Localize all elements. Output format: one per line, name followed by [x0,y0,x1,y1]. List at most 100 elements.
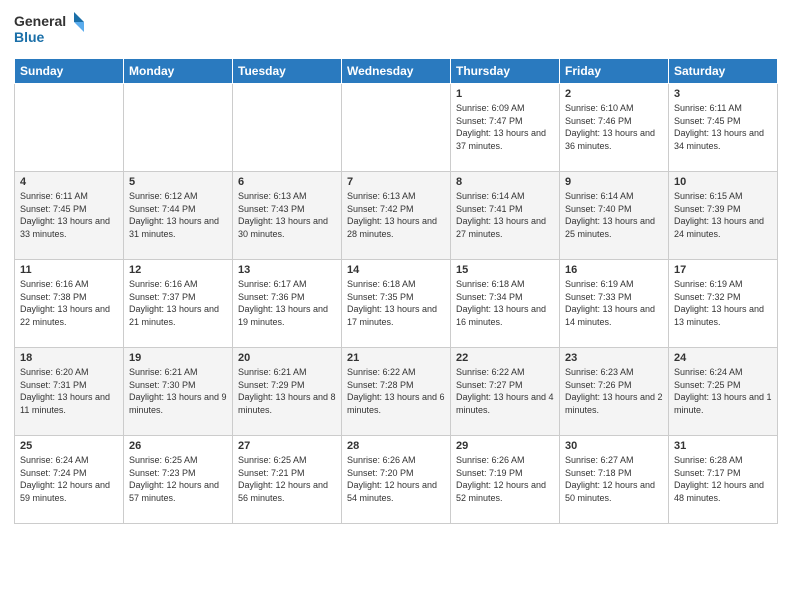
day-number: 12 [129,264,227,276]
day-info: Sunrise: 6:19 AMSunset: 7:33 PMDaylight:… [565,278,663,328]
day-cell: 29Sunrise: 6:26 AMSunset: 7:19 PMDayligh… [451,436,560,524]
day-cell: 10Sunrise: 6:15 AMSunset: 7:39 PMDayligh… [669,172,778,260]
day-cell [233,84,342,172]
day-cell: 11 Sunrise: 6:16 AMSunset: 7:38 PMDayligh… [15,260,124,348]
day-info: Sunrise: 6:17 AMSunset: 7:36 PMDaylight:… [238,278,336,328]
day-cell: 28 Sunrise: 6:26 AMSunset: 7:20 PMDayligh… [342,436,451,524]
day-number: 29 [456,440,554,452]
day-number: 4 [20,176,118,188]
day-info: Sunrise: 6:21 AMSunset: 7:29 PMDaylight:… [238,366,336,416]
day-cell: 3 Sunrise: 6:11 AMSunset: 7:45 PMDaylight… [669,84,778,172]
day-number: 7 [347,176,445,188]
day-cell: 23 Sunrise: 6:23 AMSunset: 7:26 PMDayligh… [560,348,669,436]
day-number: 20 [238,352,336,364]
calendar-table: SundayMondayTuesdayWednesdayThursdayFrid… [14,58,778,524]
header: General Blue [14,10,778,52]
svg-text:General: General [14,13,66,29]
calendar-row-1: 4 Sunrise: 6:11 AMSunset: 7:45 PMDaylight… [15,172,778,260]
day-number: 14 [347,264,445,276]
day-info: Sunrise: 6:21 AMSunset: 7:30 PMDaylight:… [129,366,227,416]
day-cell [15,84,124,172]
day-number: 30 [565,440,663,452]
day-number: 26 [129,440,227,452]
day-number: 5 [129,176,227,188]
day-info: Sunrise: 6:25 AMSunset: 7:23 PMDaylight:… [129,454,227,504]
day-number: 9 [565,176,663,188]
day-number: 16 [565,264,663,276]
day-info: Sunrise: 6:16 AMSunset: 7:37 PMDaylight:… [129,278,227,328]
calendar-row-3: 18Sunrise: 6:20 AMSunset: 7:31 PMDayligh… [15,348,778,436]
day-number: 27 [238,440,336,452]
header-row: SundayMondayTuesdayWednesdayThursdayFrid… [15,59,778,84]
day-cell: 19 Sunrise: 6:21 AMSunset: 7:30 PMDayligh… [124,348,233,436]
day-info: Sunrise: 6:11 AMSunset: 7:45 PMDaylight:… [20,190,118,240]
day-cell [342,84,451,172]
col-header-monday: Monday [124,59,233,84]
calendar-row-0: 1Sunrise: 6:09 AMSunset: 7:47 PMDaylight… [15,84,778,172]
day-info: Sunrise: 6:26 AMSunset: 7:20 PMDaylight:… [347,454,445,504]
day-number: 24 [674,352,772,364]
day-number: 23 [565,352,663,364]
day-cell: 14Sunrise: 6:18 AMSunset: 7:35 PMDayligh… [342,260,451,348]
col-header-sunday: Sunday [15,59,124,84]
logo-svg: General Blue [14,10,84,52]
day-cell: 2 Sunrise: 6:10 AMSunset: 7:46 PMDaylight… [560,84,669,172]
day-info: Sunrise: 6:12 AMSunset: 7:44 PMDaylight:… [129,190,227,240]
calendar-row-4: 25Sunrise: 6:24 AMSunset: 7:24 PMDayligh… [15,436,778,524]
day-number: 6 [238,176,336,188]
day-number: 19 [129,352,227,364]
logo: General Blue [14,10,84,52]
day-info: Sunrise: 6:27 AMSunset: 7:18 PMDaylight:… [565,454,663,504]
svg-text:Blue: Blue [14,29,45,45]
col-header-saturday: Saturday [669,59,778,84]
day-cell: 30 Sunrise: 6:27 AMSunset: 7:18 PMDayligh… [560,436,669,524]
day-number: 15 [456,264,554,276]
day-info: Sunrise: 6:19 AMSunset: 7:32 PMDaylight:… [674,278,772,328]
day-cell: 6Sunrise: 6:13 AMSunset: 7:43 PMDaylight… [233,172,342,260]
day-info: Sunrise: 6:25 AMSunset: 7:21 PMDaylight:… [238,454,336,504]
day-number: 21 [347,352,445,364]
day-info: Sunrise: 6:22 AMSunset: 7:27 PMDaylight:… [456,366,554,416]
day-cell: 17Sunrise: 6:19 AMSunset: 7:32 PMDayligh… [669,260,778,348]
day-cell: 22 Sunrise: 6:22 AMSunset: 7:27 PMDayligh… [451,348,560,436]
day-cell: 7Sunrise: 6:13 AMSunset: 7:42 PMDaylight… [342,172,451,260]
day-cell: 13 Sunrise: 6:17 AMSunset: 7:36 PMDayligh… [233,260,342,348]
calendar-row-2: 11 Sunrise: 6:16 AMSunset: 7:38 PMDayligh… [15,260,778,348]
day-number: 22 [456,352,554,364]
day-info: Sunrise: 6:28 AMSunset: 7:17 PMDaylight:… [674,454,772,504]
day-info: Sunrise: 6:15 AMSunset: 7:39 PMDaylight:… [674,190,772,240]
day-cell: 18Sunrise: 6:20 AMSunset: 7:31 PMDayligh… [15,348,124,436]
page: General Blue SundayMondayTuesdayWednesda… [0,0,792,612]
day-cell: 9Sunrise: 6:14 AMSunset: 7:40 PMDaylight… [560,172,669,260]
day-cell: 25Sunrise: 6:24 AMSunset: 7:24 PMDayligh… [15,436,124,524]
day-cell: 20 Sunrise: 6:21 AMSunset: 7:29 PMDayligh… [233,348,342,436]
day-info: Sunrise: 6:18 AMSunset: 7:34 PMDaylight:… [456,278,554,328]
col-header-thursday: Thursday [451,59,560,84]
day-info: Sunrise: 6:14 AMSunset: 7:41 PMDaylight:… [456,190,554,240]
day-cell: 5 Sunrise: 6:12 AMSunset: 7:44 PMDaylight… [124,172,233,260]
day-cell: 8Sunrise: 6:14 AMSunset: 7:41 PMDaylight… [451,172,560,260]
day-info: Sunrise: 6:16 AMSunset: 7:38 PMDaylight:… [20,278,118,328]
day-number: 13 [238,264,336,276]
day-number: 3 [674,88,772,100]
day-info: Sunrise: 6:23 AMSunset: 7:26 PMDaylight:… [565,366,663,416]
day-info: Sunrise: 6:24 AMSunset: 7:24 PMDaylight:… [20,454,118,504]
day-cell: 31 Sunrise: 6:28 AMSunset: 7:17 PMDayligh… [669,436,778,524]
day-number: 31 [674,440,772,452]
day-cell: 4 Sunrise: 6:11 AMSunset: 7:45 PMDaylight… [15,172,124,260]
day-number: 1 [456,88,554,100]
day-info: Sunrise: 6:20 AMSunset: 7:31 PMDaylight:… [20,366,118,416]
day-cell: 21Sunrise: 6:22 AMSunset: 7:28 PMDayligh… [342,348,451,436]
day-info: Sunrise: 6:11 AMSunset: 7:45 PMDaylight:… [674,102,772,152]
day-number: 2 [565,88,663,100]
col-header-friday: Friday [560,59,669,84]
day-cell: 24Sunrise: 6:24 AMSunset: 7:25 PMDayligh… [669,348,778,436]
day-number: 28 [347,440,445,452]
day-info: Sunrise: 6:10 AMSunset: 7:46 PMDaylight:… [565,102,663,152]
day-number: 11 [20,264,118,276]
day-cell: 15 Sunrise: 6:18 AMSunset: 7:34 PMDayligh… [451,260,560,348]
col-header-tuesday: Tuesday [233,59,342,84]
day-cell: 27 Sunrise: 6:25 AMSunset: 7:21 PMDayligh… [233,436,342,524]
day-cell: 12 Sunrise: 6:16 AMSunset: 7:37 PMDayligh… [124,260,233,348]
day-cell: 26 Sunrise: 6:25 AMSunset: 7:23 PMDayligh… [124,436,233,524]
